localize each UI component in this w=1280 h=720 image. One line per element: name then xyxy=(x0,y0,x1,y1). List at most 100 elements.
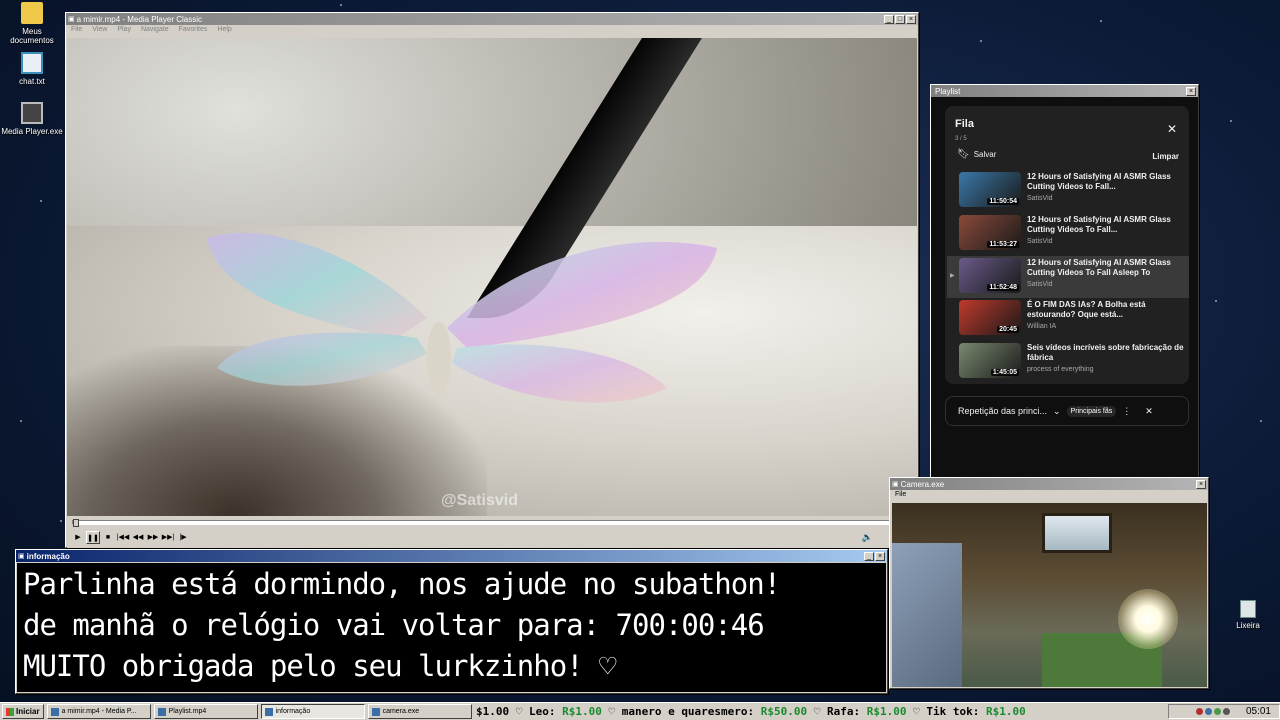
desktop-icon-recycle-bin[interactable]: Lixeira xyxy=(1216,600,1280,630)
duration-badge: 11:50:54 xyxy=(987,198,1019,205)
info-titlebar[interactable]: ▣ informação _ × xyxy=(16,550,887,562)
close-button[interactable]: × xyxy=(1196,479,1206,489)
stop-icon[interactable]: ■ xyxy=(101,531,115,544)
taskbar: Iniciar a mimir.mp4 - Media P... Playlis… xyxy=(0,702,1280,720)
task-playlist[interactable]: Playlist.mp4 xyxy=(153,704,258,719)
minimize-button[interactable]: _ xyxy=(884,14,894,24)
task-camera[interactable]: camera.exe xyxy=(367,704,472,719)
volume-icon[interactable]: 🔈 xyxy=(862,532,873,543)
save-button[interactable]: 🔖︎ Salvar xyxy=(957,149,996,160)
ticker-amount: R$50.00 xyxy=(760,705,808,718)
video-thumbnail: 11:53:27 xyxy=(959,215,1021,250)
notepad-icon xyxy=(21,52,43,74)
channel-name: Willian IA xyxy=(1027,323,1057,330)
play-icon[interactable]: ▶ xyxy=(71,531,85,544)
clear-button[interactable]: Limpar xyxy=(1152,152,1179,161)
desktop-icon-media-player[interactable]: Media Player.exe xyxy=(0,102,64,136)
camera-bed xyxy=(892,543,962,687)
desktop-icon-my-documents[interactable]: Meus documentos xyxy=(0,2,64,45)
close-button[interactable]: × xyxy=(875,551,885,561)
menu-file[interactable]: File xyxy=(895,491,906,500)
rewind-icon[interactable]: ◀◀ xyxy=(131,531,145,544)
video-thumbnail: 20:45 xyxy=(959,300,1021,335)
frame-step-icon[interactable]: |▶ xyxy=(176,531,190,544)
task-label: Playlist.mp4 xyxy=(168,708,207,715)
desktop-icon-label: chat.txt xyxy=(19,77,45,86)
camera-titlebar[interactable]: ▣ Camera.exe × xyxy=(890,478,1208,490)
video-title: 12 Hours of Satisfying AI ASMR Glass Cut… xyxy=(1027,172,1171,191)
info-text-area: Parlinha está dormindo, nos ajude no sub… xyxy=(17,563,886,692)
maximize-button[interactable]: □ xyxy=(895,14,905,24)
glass-butterfly-image xyxy=(207,232,717,403)
media-player-icon xyxy=(50,707,59,716)
close-button[interactable]: × xyxy=(1186,86,1196,96)
menu-navigate[interactable]: Navigate xyxy=(141,26,169,35)
top-fans-pill[interactable]: Principais fãs xyxy=(1066,405,1117,417)
ticker-text: ♡ manero e quaresmero: xyxy=(601,705,761,718)
info-line: MUITO obrigada pelo seu lurkzinho! ♡ xyxy=(23,649,617,683)
window-title: a mimir.mp4 - Media Player Classic xyxy=(76,14,202,24)
tray-icon[interactable] xyxy=(1213,708,1221,715)
folder-icon xyxy=(21,2,43,24)
start-label: Iniciar xyxy=(16,707,40,716)
forward-icon[interactable]: ▶▶ xyxy=(146,531,160,544)
duration-badge: 11:53:27 xyxy=(987,241,1019,248)
clock[interactable]: 05:01 xyxy=(1246,706,1271,717)
queue-item[interactable]: 20:45 É O FIM DAS IAs? A Bolha está esto… xyxy=(947,298,1189,340)
control-buttons: ▶ ❚❚ ■ |◀◀ ◀◀ ▶▶ ▶▶| |▶ xyxy=(71,531,190,544)
tray-icon[interactable] xyxy=(1195,708,1203,715)
camera-feed xyxy=(892,503,1207,687)
menu-help[interactable]: Help xyxy=(217,26,231,35)
task-label: a mimir.mp4 - Media P... xyxy=(61,708,137,715)
previous-icon[interactable]: |◀◀ xyxy=(116,531,130,544)
seek-bar[interactable] xyxy=(72,519,912,527)
now-playing-icon: ▶ xyxy=(950,273,955,279)
queue-item[interactable]: 11:50:54 12 Hours of Satisfying AI ASMR … xyxy=(947,170,1189,212)
loop-label[interactable]: Repetição das princi... xyxy=(958,406,1047,416)
menu-file[interactable]: File xyxy=(71,26,82,35)
desktop-icon-label: Media Player.exe xyxy=(1,127,63,136)
playlist-titlebar[interactable]: Playlist × xyxy=(931,85,1198,97)
close-icon[interactable]: ✕ xyxy=(1167,122,1177,136)
window-title: Camera.exe xyxy=(900,479,945,489)
video-thumbnail: 11:52:48 xyxy=(959,258,1021,293)
media-player-icon xyxy=(21,102,43,124)
queue-box: Fila 3 / 5 ✕ 🔖︎ Salvar Limpar 11:50:54 1… xyxy=(945,106,1189,384)
menu-favorites[interactable]: Favorites xyxy=(179,26,208,35)
desktop-icon-chat-txt[interactable]: chat.txt xyxy=(0,52,64,86)
queue-item[interactable]: 11:53:27 12 Hours of Satisfying AI ASMR … xyxy=(947,213,1189,255)
chevron-down-icon[interactable]: ⌄ xyxy=(1053,406,1061,417)
duration-badge: 1:45:05 xyxy=(990,369,1019,376)
next-icon[interactable]: ▶▶| xyxy=(161,531,175,544)
minimize-button[interactable]: _ xyxy=(864,551,874,561)
seek-thumb[interactable] xyxy=(73,519,79,527)
menu-bar: File xyxy=(890,490,1208,501)
video-title: É O FIM DAS IAs? A Bolha está estourando… xyxy=(1027,300,1146,319)
task-info[interactable]: informação xyxy=(260,704,365,719)
close-button[interactable]: × xyxy=(906,14,916,24)
video-frame[interactable]: @Satisvid xyxy=(67,38,917,516)
close-icon[interactable]: ✕ xyxy=(1145,406,1153,417)
tray-icon[interactable] xyxy=(1222,708,1230,715)
pause-icon[interactable]: ❚❚ xyxy=(86,531,100,544)
loop-bar: Repetição das princi... ⌄ Principais fãs… xyxy=(945,396,1189,426)
task-media-player[interactable]: a mimir.mp4 - Media P... xyxy=(46,704,151,719)
channel-name: SatisVid xyxy=(1027,281,1053,288)
queue-title: Fila xyxy=(955,118,974,130)
desktop-icon-label: Meus documentos xyxy=(10,27,54,45)
queue-item-current[interactable]: ▶ 11:52:48 12 Hours of Satisfying AI ASM… xyxy=(947,256,1189,298)
window-title: informação xyxy=(26,551,70,561)
windows-logo-icon xyxy=(6,707,14,716)
menu-view[interactable]: View xyxy=(92,26,107,35)
start-button[interactable]: Iniciar xyxy=(2,704,44,719)
video-title: Seis vídeos incríveis sobre fabricação d… xyxy=(1027,343,1184,362)
media-player-titlebar[interactable]: ▣ a mimir.mp4 - Media Player Classic _ □… xyxy=(66,13,918,25)
camera-lamp xyxy=(1118,589,1178,649)
duration-badge: 11:52:48 xyxy=(987,284,1019,291)
more-options-icon[interactable]: ⋮ xyxy=(1122,406,1131,417)
menu-play[interactable]: Play xyxy=(117,26,131,35)
info-line: de manhã o relógio vai voltar para: 700:… xyxy=(23,608,765,642)
tray-icon[interactable] xyxy=(1204,708,1212,715)
player-controls: ▶ ❚❚ ■ |◀◀ ◀◀ ▶▶ ▶▶| |▶ 🔈 xyxy=(67,516,917,548)
queue-item[interactable]: 1:45:05 Seis vídeos incríveis sobre fabr… xyxy=(947,341,1189,383)
